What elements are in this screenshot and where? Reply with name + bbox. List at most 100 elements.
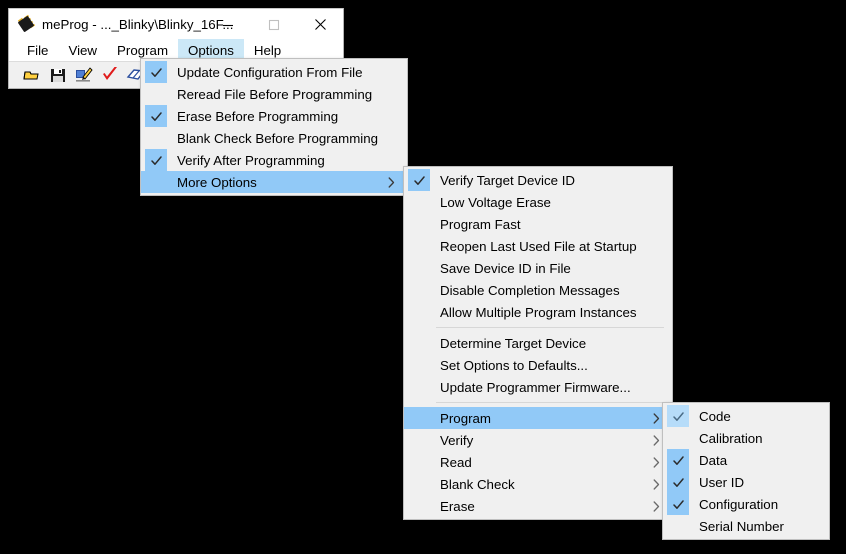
check-icon: [672, 477, 684, 487]
checkmark-box: [408, 191, 430, 213]
menu-item-label: Reread File Before Programming: [177, 86, 373, 102]
checkmark-box: [145, 61, 167, 83]
checkmark-box: [145, 149, 167, 171]
close-icon: [314, 19, 326, 30]
more-options-submenu: Verify Target Device ID Low Voltage Eras…: [403, 166, 673, 520]
menubar-item-file[interactable]: File: [17, 39, 58, 61]
checkmark-box: [667, 449, 689, 471]
menu-item-reopen-last-used-file-at-startup[interactable]: Reopen Last Used File at Startup: [404, 235, 672, 257]
checkmark-box: [408, 495, 430, 517]
menu-item-data[interactable]: Data: [663, 449, 829, 471]
menubar-label-program: Program: [117, 42, 169, 58]
menu-item-label: Disable Completion Messages: [440, 282, 620, 298]
menubar-label-options: Options: [188, 42, 234, 58]
menu-item-set-options-to-defaults[interactable]: Set Options to Defaults...: [404, 354, 672, 376]
menu-item-erase-before-programming[interactable]: Erase Before Programming: [141, 105, 407, 127]
menu-item-label: Program Fast: [440, 216, 521, 232]
minimize-button[interactable]: [205, 9, 251, 40]
menu-item-label: Verify After Programming: [177, 152, 325, 168]
menu-item-label: Blank Check: [440, 476, 515, 492]
checkmark-box: [145, 127, 167, 149]
window-controls: [205, 9, 343, 40]
menu-item-label: Verify Target Device ID: [440, 172, 575, 188]
menubar-item-view[interactable]: View: [58, 39, 107, 61]
menu-item-erase[interactable]: Erase: [404, 495, 672, 517]
checkmark-box: [408, 257, 430, 279]
menubar-label-help: Help: [253, 42, 282, 58]
menu-item-blank-check-before-programming[interactable]: Blank Check Before Programming: [141, 127, 407, 149]
menu-item-blank-check[interactable]: Blank Check: [404, 473, 672, 495]
check-icon: [672, 411, 684, 421]
maximize-button[interactable]: [251, 9, 297, 40]
program-device-icon[interactable]: [74, 65, 94, 85]
menu-item-disable-completion-messages[interactable]: Disable Completion Messages: [404, 279, 672, 301]
menu-item-label: More Options: [177, 174, 257, 190]
menu-item-program[interactable]: Program: [404, 407, 672, 429]
verify-device-icon[interactable]: [100, 65, 120, 85]
menu-item-program-fast[interactable]: Program Fast: [404, 213, 672, 235]
check-icon: [672, 455, 684, 465]
checkmark-box: [667, 515, 689, 537]
menu-item-configuration[interactable]: Configuration: [663, 493, 829, 515]
maximize-icon: [268, 19, 280, 30]
menu-item-verify-target-device-id[interactable]: Verify Target Device ID: [404, 169, 672, 191]
checkmark-box: [667, 471, 689, 493]
menu-item-label: Erase: [440, 498, 475, 514]
menu-item-label: Program: [440, 410, 491, 426]
menu-item-label: Code: [699, 408, 731, 424]
menu-item-verify[interactable]: Verify: [404, 429, 672, 451]
menu-item-label: Save Device ID in File: [440, 260, 571, 276]
menu-item-user-id[interactable]: User ID: [663, 471, 829, 493]
minimize-icon: [223, 24, 233, 26]
menu-item-save-device-id-in-file[interactable]: Save Device ID in File: [404, 257, 672, 279]
checkmark-box: [408, 473, 430, 495]
menu-item-low-voltage-erase[interactable]: Low Voltage Erase: [404, 191, 672, 213]
check-icon: [150, 67, 162, 77]
menu-item-label: Set Options to Defaults...: [440, 357, 588, 373]
menu-item-label: Erase Before Programming: [177, 108, 339, 124]
menu-item-reread-file-before-programming[interactable]: Reread File Before Programming: [141, 83, 407, 105]
program-submenu: Code Calibration Data User ID Configurat…: [662, 402, 830, 540]
menu-item-allow-multiple-program-instances[interactable]: Allow Multiple Program Instances: [404, 301, 672, 323]
menu-item-update-programmer-firmware[interactable]: Update Programmer Firmware...: [404, 376, 672, 398]
checkmark-box: [145, 171, 167, 193]
menu-item-code[interactable]: Code: [663, 405, 829, 427]
menu-item-update-configuration-from-file[interactable]: Update Configuration From File: [141, 61, 407, 83]
menu-item-determine-target-device[interactable]: Determine Target Device: [404, 332, 672, 354]
menu-item-read[interactable]: Read: [404, 451, 672, 473]
screen: meProg - ..._Blinky\Blinky_16F... File V…: [0, 0, 846, 554]
menu-item-calibration[interactable]: Calibration: [663, 427, 829, 449]
checkmark-box: [408, 354, 430, 376]
check-icon: [672, 499, 684, 509]
title-bar[interactable]: meProg - ..._Blinky\Blinky_16F...: [9, 8, 343, 39]
checkmark-box: [408, 301, 430, 323]
menubar-label-file: File: [27, 42, 49, 58]
menu-item-label: Update Programmer Firmware...: [440, 379, 631, 395]
open-file-icon[interactable]: [22, 65, 42, 85]
menu-separator: [436, 402, 664, 403]
menu-item-label: Read: [440, 454, 472, 470]
save-file-icon[interactable]: [48, 65, 68, 85]
checkmark-box: [408, 213, 430, 235]
menubar-label-view: View: [68, 42, 98, 58]
menu-item-label: Reopen Last Used File at Startup: [440, 238, 637, 254]
checkmark-box: [408, 376, 430, 398]
checkmark-box: [667, 427, 689, 449]
check-icon: [413, 175, 425, 185]
checkmark-box: [408, 451, 430, 473]
menu-item-verify-after-programming[interactable]: Verify After Programming: [141, 149, 407, 171]
menu-item-serial-number[interactable]: Serial Number: [663, 515, 829, 537]
checkmark-box: [408, 407, 430, 429]
checkmark-box: [408, 429, 430, 451]
menu-item-label: Determine Target Device: [440, 335, 587, 351]
menu-item-more-options[interactable]: More Options: [141, 171, 407, 193]
check-icon: [150, 155, 162, 165]
checkmark-box: [145, 83, 167, 105]
menu-item-label: Configuration: [699, 496, 779, 512]
menu-item-label: Update Configuration From File: [177, 64, 363, 80]
close-button[interactable]: [297, 9, 343, 40]
menu-separator: [436, 327, 664, 328]
checkmark-box: [667, 405, 689, 427]
menu-item-label: Serial Number: [699, 518, 784, 534]
menu-item-label: Blank Check Before Programming: [177, 130, 379, 146]
